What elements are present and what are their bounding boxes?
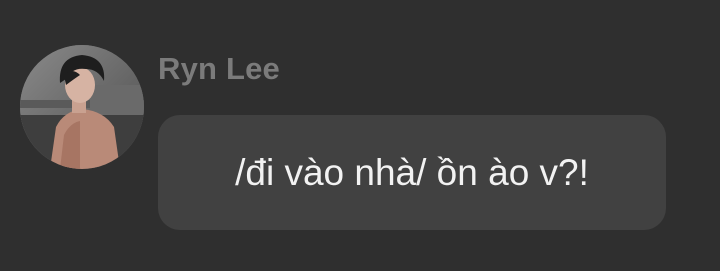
sender-name[interactable]: Ryn Lee — [158, 51, 280, 87]
message-bubble[interactable]: /đi vào nhà/ ồn ào v?! — [158, 115, 666, 230]
message-text: /đi vào nhà/ ồn ào v?! — [235, 151, 589, 193]
avatar[interactable] — [20, 45, 144, 169]
chat-message: Ryn Lee /đi vào nhà/ ồn ào v?! — [0, 0, 720, 271]
user-avatar-photo-icon — [20, 45, 144, 169]
